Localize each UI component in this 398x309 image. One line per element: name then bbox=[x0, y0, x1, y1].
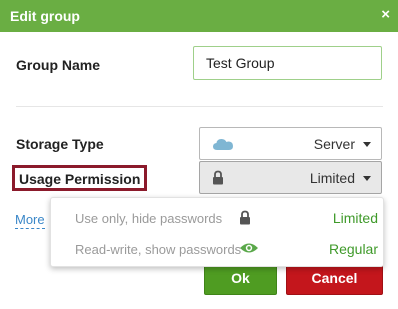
dialog-titlebar: Edit group × bbox=[0, 0, 398, 32]
dropdown-option-limited[interactable]: Use only, hide passwords Limited bbox=[51, 202, 385, 234]
storage-type-select[interactable]: Server bbox=[199, 127, 382, 160]
usage-permission-label: Usage Permission bbox=[12, 165, 148, 191]
option-description: Read-write, show passwords bbox=[75, 242, 242, 257]
eye-icon bbox=[239, 241, 259, 260]
divider bbox=[16, 106, 383, 107]
storage-type-label: Storage Type bbox=[16, 136, 104, 152]
option-value: Regular bbox=[328, 241, 378, 257]
option-description: Use only, hide passwords bbox=[75, 211, 223, 226]
usage-permission-value: Limited bbox=[309, 170, 355, 186]
usage-permission-select[interactable]: Limited bbox=[199, 161, 382, 194]
option-value: Limited bbox=[332, 210, 378, 226]
edit-group-dialog: Edit group × Group Name Storage Type Ser… bbox=[0, 0, 398, 309]
usage-permission-dropdown: Use only, hide passwords Limited Read-wr… bbox=[50, 197, 384, 267]
storage-type-value: Server bbox=[313, 136, 355, 152]
chevron-down-icon bbox=[363, 142, 371, 147]
cloud-icon bbox=[212, 136, 234, 157]
group-name-label: Group Name bbox=[16, 57, 101, 73]
chevron-down-icon bbox=[363, 176, 371, 181]
lock-icon bbox=[239, 210, 251, 230]
dropdown-option-regular[interactable]: Read-write, show passwords Regular bbox=[51, 233, 385, 265]
more-link[interactable]: More bbox=[15, 212, 45, 229]
close-icon[interactable]: × bbox=[381, 6, 390, 23]
group-name-input[interactable] bbox=[193, 46, 382, 80]
lock-icon bbox=[212, 170, 224, 190]
dialog-title: Edit group bbox=[10, 8, 80, 24]
